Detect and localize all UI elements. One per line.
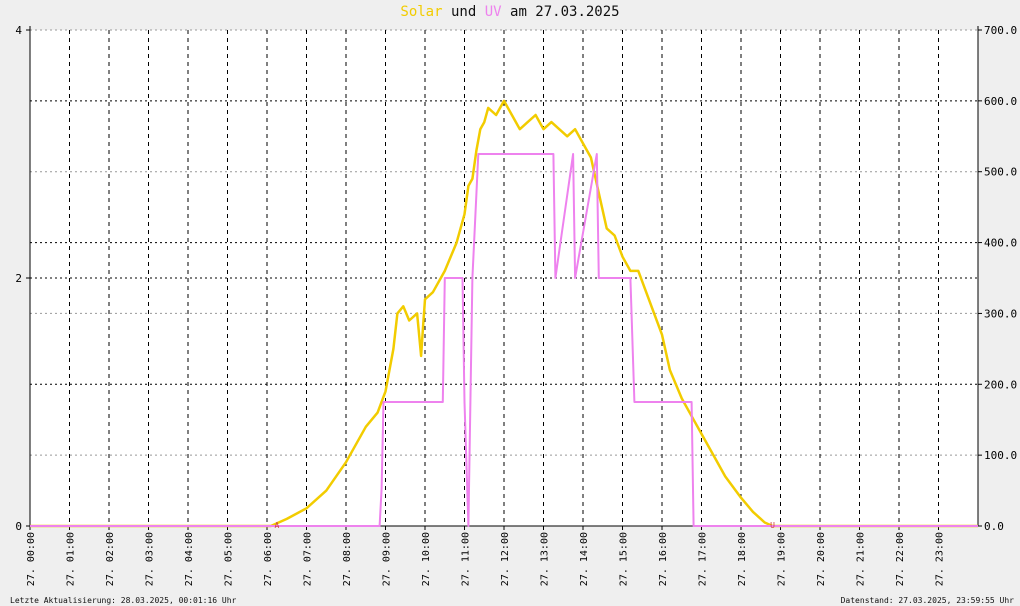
tick-label-x: 27. 02:00	[105, 532, 116, 586]
tick-label-x: 27. 08:00	[342, 532, 353, 586]
marker-sunrise: A	[274, 521, 279, 530]
tick-label-x: 27. 12:00	[500, 532, 511, 586]
tick-label-x: 27. 10:00	[421, 532, 432, 586]
tick-label-right: 300.0	[984, 307, 1017, 320]
tick-label-x: 27. 20:00	[816, 532, 827, 586]
tick-label-right: 500.0	[984, 166, 1017, 179]
tick-label-x: 27. 16:00	[658, 532, 669, 586]
tick-label-x: 27. 15:00	[619, 532, 630, 586]
tick-label-left: 2	[15, 272, 22, 285]
tick-label-x: 27. 03:00	[145, 532, 156, 586]
tick-label-x: 27. 17:00	[698, 532, 709, 586]
tick-label-x: 27. 00:00	[26, 532, 37, 586]
tick-label-right: 400.0	[984, 237, 1017, 250]
tick-label-x: 27. 14:00	[579, 532, 590, 586]
tick-label-right: 700.0	[984, 24, 1017, 37]
tick-label-x: 27. 07:00	[303, 532, 314, 586]
tick-label-x: 27. 04:00	[184, 532, 195, 586]
tick-label-x: 27. 18:00	[737, 532, 748, 586]
tick-label-right: 100.0	[984, 449, 1017, 462]
tick-label-x: 27. 22:00	[895, 532, 906, 586]
tick-label-x: 27. 23:00	[935, 532, 946, 586]
tick-label-x: 27. 13:00	[540, 532, 551, 586]
footer-last-update: Letzte Aktualisierung: 28.03.2025, 00:01…	[10, 596, 237, 605]
tick-label-right: 200.0	[984, 378, 1017, 391]
tick-label-x: 27. 21:00	[856, 532, 867, 586]
tick-label-x: 27. 09:00	[382, 532, 393, 586]
tick-label-x: 27. 11:00	[461, 532, 472, 586]
tick-label-left: 4	[15, 24, 22, 37]
tick-label-x: 27. 06:00	[263, 532, 274, 586]
tick-label-right: 600.0	[984, 95, 1017, 108]
footer-data-status: Datenstand: 27.03.2025, 23:59:55 Uhr	[840, 596, 1014, 605]
solar-uv-chart: 0 2 4 0.0 100.0 200.0 300.0 400.0 500.0 600.0 700.…	[15, 24, 1017, 586]
tick-label-left: 0	[15, 520, 22, 533]
tick-label-right: 0.0	[984, 520, 1004, 533]
tick-label-x: 27. 19:00	[777, 532, 788, 586]
tick-label-x: 27. 01:00	[66, 532, 77, 586]
tick-label-x: 27. 05:00	[224, 532, 235, 586]
marker-sunset: U	[770, 521, 775, 530]
